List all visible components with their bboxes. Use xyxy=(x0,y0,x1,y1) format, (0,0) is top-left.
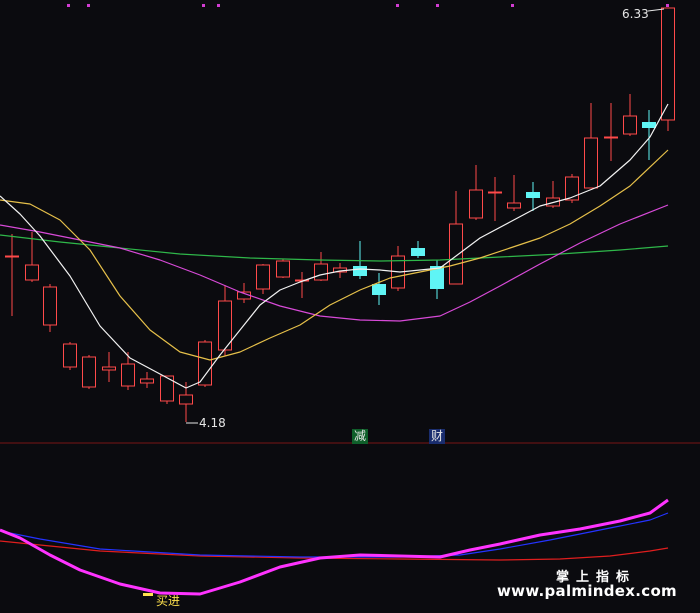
signal-wealth-tag: 财 xyxy=(429,429,446,444)
candle xyxy=(82,355,96,389)
watermark-url: www.palmindex.com xyxy=(497,582,677,600)
buy-marker xyxy=(143,593,153,596)
signal-reduce-tag: 减 xyxy=(352,429,369,444)
candle xyxy=(63,342,77,370)
price-high-label: 6.33 xyxy=(622,7,649,21)
buy-signal-label: 买进 xyxy=(156,594,181,608)
price-low-label: 4.18 xyxy=(199,416,226,430)
candle xyxy=(43,284,57,332)
chart-background xyxy=(0,0,700,613)
stock-chart[interactable] xyxy=(0,0,700,613)
candle xyxy=(198,340,212,387)
candle xyxy=(256,264,270,294)
candle xyxy=(276,259,290,278)
